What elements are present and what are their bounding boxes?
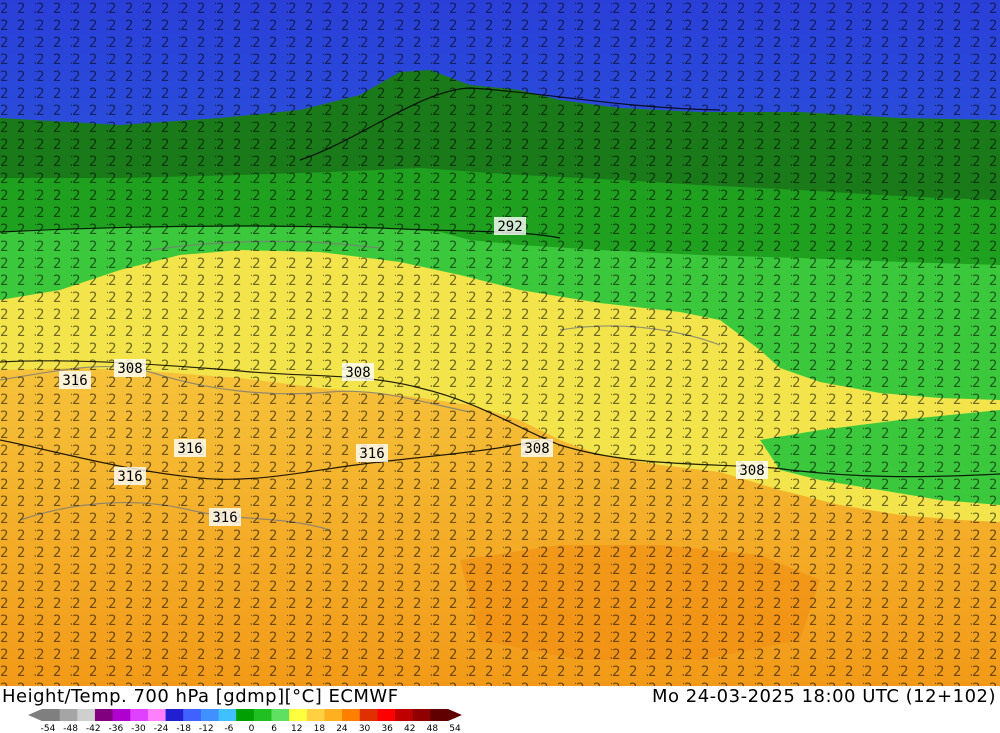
colorbar-tick-label: 18: [314, 724, 326, 733]
colorbar-swatch: [412, 709, 431, 721]
colorbar-swatch: [183, 709, 202, 721]
colorbar-tick-label: -36: [108, 724, 123, 733]
contour-label-text: 308: [345, 365, 370, 381]
temperature-digits-overlay: [0, 0, 1000, 686]
colorbar-tick-label: -48: [63, 724, 78, 733]
colorbar-left-arrow: [28, 709, 42, 721]
colorbar-tick-label: -42: [86, 724, 101, 733]
colorbar-tick-label: -30: [131, 724, 146, 733]
colorbar-tick-label: 24: [336, 724, 348, 733]
colorbar-right-arrow: [448, 709, 462, 721]
contour-label: 316: [209, 508, 241, 526]
contour-label-text: 316: [177, 441, 202, 457]
colorbar-tick-label: 0: [249, 724, 255, 733]
colorbar-tick-label: 54: [449, 724, 461, 733]
colorbar-swatch: [377, 709, 396, 721]
colorbar-swatch: [200, 709, 220, 721]
colorbar-ticks: -54 -48 -42 -36 -30 -24 -18 -12 -6 0 6 12 18 24 30 36 42…: [41, 724, 461, 733]
colorbar-swatch: [359, 709, 378, 721]
colorbar-swatch: [395, 709, 414, 721]
colorbar-swatch: [430, 709, 449, 721]
colorbar-swatch: [236, 709, 255, 721]
contour-label: 292: [494, 217, 526, 235]
colorbar-tick-label: 30: [359, 724, 371, 733]
colorbar-swatch: [253, 709, 272, 721]
colorbar-tick-label: 12: [291, 724, 302, 733]
colorbar-tick-label: -24: [154, 724, 169, 733]
contour-label: 316: [114, 467, 146, 485]
map-canvas: 2 2 3: [0, 0, 1000, 686]
contour-label-text: 316: [359, 446, 384, 462]
contour-label-text: 308: [524, 441, 549, 457]
colorbar-tick-label: -6: [224, 724, 233, 733]
colorbar-swatch: [130, 709, 149, 721]
colorbar-swatches: [28, 709, 462, 721]
contour-label: 308: [736, 461, 768, 479]
colorbar-tick-label: 36: [381, 724, 393, 733]
colorbar-swatch: [59, 709, 78, 721]
map-valid-time: Mo 24-03-2025 18:00 UTC (12+102): [652, 686, 996, 707]
contour-label-text: 308: [117, 361, 142, 377]
contour-label: 308: [342, 363, 374, 381]
contour-label-text: 308: [739, 463, 764, 479]
weather-map: 2 2 3: [0, 0, 1000, 686]
colorbar-tick-label: 48: [427, 724, 439, 733]
colorbar-swatch: [218, 709, 237, 721]
colorbar-tick-label: 6: [271, 724, 277, 733]
contour-label: 316: [59, 371, 91, 389]
contour-label: 308: [114, 359, 146, 377]
contour-label-text: 316: [212, 510, 237, 526]
colorbar-swatch: [77, 709, 96, 721]
colorbar-swatch: [324, 709, 343, 721]
colorbar: -54 -48 -42 -36 -30 -24 -18 -12 -6 0 6 12 18 24 30 36 42…: [28, 709, 462, 733]
colorbar-swatch: [94, 709, 114, 721]
colorbar-swatch: [147, 709, 167, 721]
colorbar-swatch: [112, 709, 131, 721]
colorbar-tick-label: -12: [199, 724, 214, 733]
map-title: Height/Temp. 700 hPa [gdmp][°C] ECMWF: [2, 686, 399, 707]
contour-label: 316: [356, 444, 388, 462]
colorbar-swatch: [342, 709, 361, 721]
colorbar-swatch: [289, 709, 308, 721]
colorbar-tick-label: 42: [404, 724, 415, 733]
colorbar-swatch: [42, 709, 61, 721]
contour-label-text: 316: [62, 373, 87, 389]
colorbar-swatch: [271, 709, 290, 721]
colorbar-swatch: [165, 709, 184, 721]
contour-label: 316: [174, 439, 206, 457]
colorbar-swatch: [306, 709, 325, 721]
contour-label: 308: [521, 439, 553, 457]
contour-label-text: 292: [497, 219, 522, 235]
colorbar-tick-label: -18: [176, 724, 191, 733]
map-footer: Height/Temp. 700 hPa [gdmp][°C] ECMWF Mo…: [0, 686, 1000, 733]
colorbar-tick-label: -54: [41, 724, 56, 733]
contour-label-text: 316: [117, 469, 142, 485]
